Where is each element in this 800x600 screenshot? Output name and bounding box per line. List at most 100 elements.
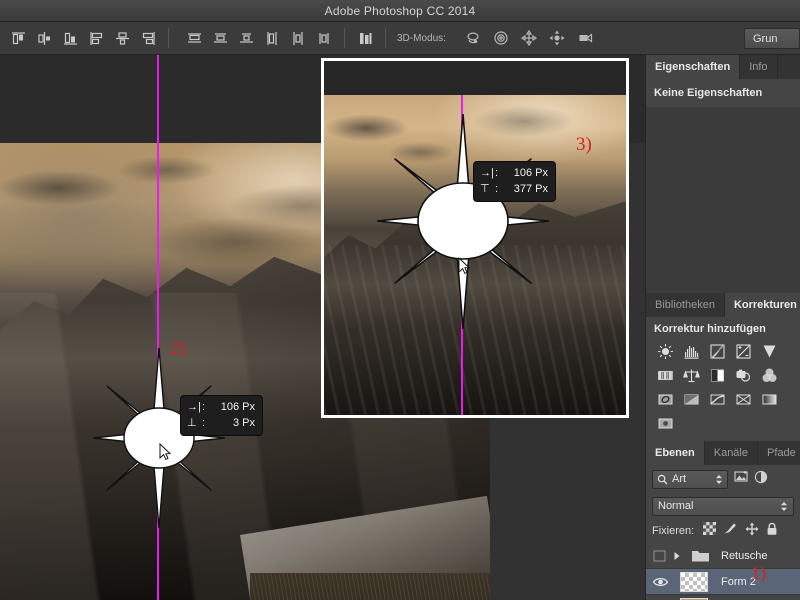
blend-mode-select[interactable]: Normal (652, 497, 794, 516)
distribute-button-group (176, 22, 337, 55)
tab-pfade-label: Pfade (767, 447, 796, 459)
distribute-bottom-edges-icon[interactable] (234, 26, 258, 50)
filter-adjustment-layers-icon[interactable] (754, 470, 768, 489)
tooltip-row-vertical: ⊥ : 3 Px (187, 415, 255, 431)
auto-align-layers-icon[interactable] (353, 26, 377, 50)
layer-visibility-toggle-form-2[interactable] (650, 576, 670, 588)
tooltip-row-horizontal: →| : 106 Px (187, 399, 255, 415)
tab-ebenen-label: Ebenen (655, 447, 695, 459)
toolbar-divider-1 (168, 28, 169, 48)
blend-mode-value: Normal (658, 500, 780, 512)
layers-panel-tabs: Ebenen Kanäle Pfade (646, 441, 800, 465)
measurement-tooltip-main: →| : 106 Px ⊥ : 3 Px (180, 395, 263, 436)
tab-bibliotheken-label: Bibliotheken (655, 299, 715, 311)
filter-pixel-layers-icon[interactable] (734, 470, 749, 489)
mouse-cursor-main (159, 443, 171, 461)
tooltip-float-colon-1: : (495, 165, 502, 181)
tab-ebenen[interactable]: Ebenen (646, 441, 705, 465)
tab-bibliotheken[interactable]: Bibliotheken (646, 293, 725, 317)
distribute-right-edges-icon[interactable] (312, 26, 336, 50)
vibrance-icon[interactable] (756, 339, 782, 363)
tab-kanaele[interactable]: Kanäle (705, 441, 758, 465)
stepper-arrows-icon (715, 474, 723, 485)
layer-row-form-2[interactable]: Form 2 1) (646, 569, 800, 595)
levels-icon[interactable] (678, 339, 704, 363)
align-button-group (0, 22, 161, 55)
tab-pfade[interactable]: Pfade (758, 441, 800, 465)
channel-mixer-icon[interactable] (756, 363, 782, 387)
brightness-contrast-icon[interactable] (652, 339, 678, 363)
3d-mode-label: 3D-Modus: (397, 33, 446, 44)
lock-all-icon[interactable] (766, 522, 778, 541)
color-balance-icon[interactable] (678, 363, 704, 387)
tooltip-float-colon-2: : (495, 181, 502, 197)
align-right-edges-icon[interactable] (136, 26, 160, 50)
3d-preset-dropdown[interactable]: Grun (744, 28, 800, 49)
distribute-left-edges-icon[interactable] (260, 26, 284, 50)
exposure-icon[interactable] (730, 339, 756, 363)
group-folder-icon (683, 548, 717, 563)
tooltip-float-value-horizontal: 106 Px (502, 165, 548, 181)
photo-filter-icon[interactable] (730, 363, 756, 387)
tab-info[interactable]: Info (740, 55, 777, 79)
3d-pan-icon[interactable] (516, 26, 542, 50)
lock-image-pixels-icon[interactable] (723, 522, 738, 540)
lock-label: Fixieren: (652, 525, 694, 537)
align-bottom-edges-icon[interactable] (58, 26, 82, 50)
lock-position-icon[interactable] (745, 522, 759, 541)
selective-color-icon[interactable] (652, 411, 678, 435)
3d-camera-icon[interactable] (572, 26, 598, 50)
compass-shape-floating[interactable] (377, 114, 549, 329)
invert-icon[interactable] (678, 387, 704, 411)
hue-saturation-icon[interactable] (652, 363, 678, 387)
lock-transparent-pixels-icon[interactable] (703, 522, 716, 540)
shape-layer-thumbnail (680, 572, 708, 592)
tab-korrekturen[interactable]: Korrekturen (725, 293, 800, 317)
3d-rotate-icon[interactable] (460, 26, 486, 50)
align-top-edges-icon[interactable] (6, 26, 30, 50)
grass-foreground (250, 573, 490, 600)
properties-panel-spacer (646, 107, 800, 293)
properties-panel-body: Keine Eigenschaften (646, 79, 800, 107)
align-horizontal-centers-icon[interactable] (110, 26, 134, 50)
posterize-icon[interactable] (704, 387, 730, 411)
options-bar: 3D-Modus: (0, 22, 800, 55)
tooltip-float-glyph-vertical: ⊤ (480, 181, 495, 197)
align-vertical-centers-icon[interactable] (32, 26, 56, 50)
compass-shape-main[interactable] (93, 348, 225, 528)
group-expand-arrow-icon[interactable] (670, 551, 683, 561)
distribute-vertical-centers-icon[interactable] (208, 26, 232, 50)
3d-roll-icon[interactable] (488, 26, 514, 50)
3d-preset-value: Grun (753, 33, 777, 45)
layer-row-retusche[interactable]: Retusche (646, 543, 800, 569)
color-lookup-icon[interactable] (652, 387, 678, 411)
3d-mode-button-group (454, 26, 599, 50)
threshold-icon[interactable] (730, 387, 756, 411)
black-white-icon[interactable] (704, 363, 730, 387)
annotation-marker-1: 1) (751, 563, 766, 584)
mouse-cursor-floating (458, 257, 470, 275)
tab-eigenschaften[interactable]: Eigenschaften (646, 55, 740, 79)
layer-filter-row: Art (646, 465, 800, 493)
toolbar-divider-3 (385, 28, 386, 48)
properties-tabs-filler (778, 55, 800, 79)
floating-window-header (324, 61, 626, 95)
gradient-map-icon[interactable] (756, 387, 782, 411)
distribute-top-edges-icon[interactable] (182, 26, 206, 50)
layer-row-hintergrund[interactable]: Hintergrund (646, 595, 800, 600)
align-left-edges-icon[interactable] (84, 26, 108, 50)
tab-eigenschaften-label: Eigenschaften (655, 61, 730, 73)
tab-kanaele-label: Kanäle (714, 447, 748, 459)
layer-visibility-toggle-retusche[interactable] (650, 550, 670, 562)
3d-slide-icon[interactable] (544, 26, 570, 50)
curves-icon[interactable] (704, 339, 730, 363)
app-title: Adobe Photoshop CC 2014 (325, 4, 476, 18)
adjustments-panel: Bibliotheken Korrekturen Korrektur hinzu… (646, 293, 800, 441)
tooltip-glyph-horizontal: →| (187, 399, 202, 415)
layer-filter-type-select[interactable]: Art (652, 470, 728, 489)
properties-panel-tabs: Eigenschaften Info (646, 55, 800, 79)
layer-thumbnail-form-2[interactable] (670, 572, 717, 592)
floating-document-window[interactable]: →| : 106 Px ⊤ : 377 Px (321, 58, 629, 418)
title-bar: Adobe Photoshop CC 2014 (0, 0, 800, 22)
distribute-horizontal-centers-icon[interactable] (286, 26, 310, 50)
